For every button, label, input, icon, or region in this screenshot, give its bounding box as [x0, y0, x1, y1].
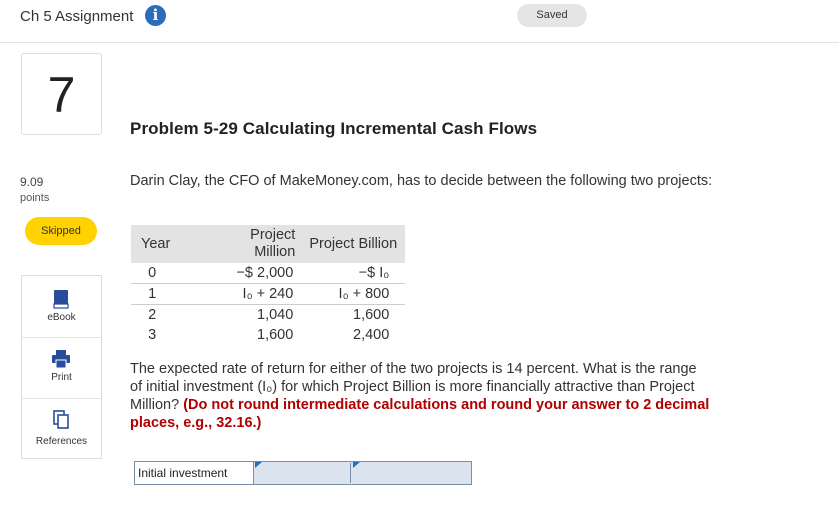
problem-title: Problem 5-29 Calculating Incremental Cas… — [130, 119, 538, 138]
question-line: Million? (Do not round intermediate calc… — [130, 396, 750, 414]
top-bar: Ch 5 Assignment i Saved — [0, 0, 839, 43]
book-icon — [53, 290, 69, 309]
header-line: Million — [254, 244, 296, 260]
rounding-instruction: (Do not round intermediate calculations … — [183, 397, 710, 413]
table-header-row: Year Project Million Project Billion — [131, 225, 406, 263]
cash-flow-table: Year Project Million Project Billion 0 −… — [131, 225, 406, 345]
cell-project-billion: 1,600 — [353, 307, 390, 323]
cell-project-million: I₀ + 240 — [173, 283, 304, 305]
column-header-project-million: Project Million — [173, 225, 304, 263]
problem-intro: Darin Clay, the CFO of MakeMoney.com, ha… — [130, 173, 713, 189]
cell-year: 1 — [131, 283, 174, 305]
column-header-project-billion: Project Billion — [303, 225, 406, 263]
question-number-box: 7 — [21, 53, 102, 135]
answer-label: Initial investment — [135, 462, 254, 484]
initial-investment-high-input[interactable] — [353, 463, 471, 483]
cell-project-billion: −$ I₀ — [303, 263, 406, 284]
cell-project-million: −$ 2,000 — [173, 263, 304, 284]
table-row: 3 1,600 2,400 — [131, 325, 405, 345]
saved-status-badge: Saved — [517, 4, 587, 27]
table-row: 1 I₀ + 240 I₀ + 800 — [131, 283, 406, 305]
cell-project-million: 1,040 — [257, 307, 294, 323]
print-label: Print — [51, 372, 72, 383]
cell-project-billion: I₀ + 800 — [303, 283, 406, 305]
cell-year: 3 — [148, 327, 157, 343]
table-row: 0 −$ 2,000 −$ I₀ — [131, 263, 406, 284]
assignment-title: Ch 5 Assignment — [20, 8, 134, 25]
question-line: The expected rate of return for either o… — [130, 361, 697, 377]
question-text: The expected rate of return for either o… — [130, 360, 750, 432]
references-button[interactable]: References — [22, 399, 101, 460]
info-icon[interactable]: i — [145, 5, 166, 26]
initial-investment-low-input[interactable] — [255, 463, 351, 483]
header-line: Project — [250, 227, 296, 243]
ebook-button[interactable]: eBook — [22, 276, 101, 337]
table-row: 2 1,040 1,600 — [131, 305, 405, 326]
printer-icon — [52, 350, 70, 369]
answer-row: Initial investment — [134, 461, 472, 485]
rounding-instruction-example: places, e.g., 32.16.) — [130, 415, 262, 431]
references-label: References — [35, 436, 88, 447]
cell-year: 0 — [131, 263, 174, 284]
print-button[interactable]: Print — [22, 338, 101, 399]
tools-panel: eBook Print References — [21, 275, 102, 459]
answer-flag-icon — [353, 462, 360, 468]
column-header-year: Year — [131, 225, 174, 263]
points-label: points — [20, 192, 50, 204]
question-line: of initial investment (I₀) for which Pro… — [130, 379, 695, 395]
question-number: 7 — [47, 67, 76, 123]
answer-flag-icon — [255, 462, 262, 468]
points-value: 9.09 — [20, 175, 44, 189]
ebook-label: eBook — [47, 312, 76, 323]
cell-year: 2 — [148, 307, 157, 323]
documents-icon — [53, 410, 69, 429]
question-plain-text: Million? — [130, 397, 184, 413]
cell-project-million: 1,600 — [257, 327, 294, 343]
skipped-status-badge: Skipped — [25, 217, 97, 245]
cell-project-billion: 2,400 — [353, 327, 390, 343]
